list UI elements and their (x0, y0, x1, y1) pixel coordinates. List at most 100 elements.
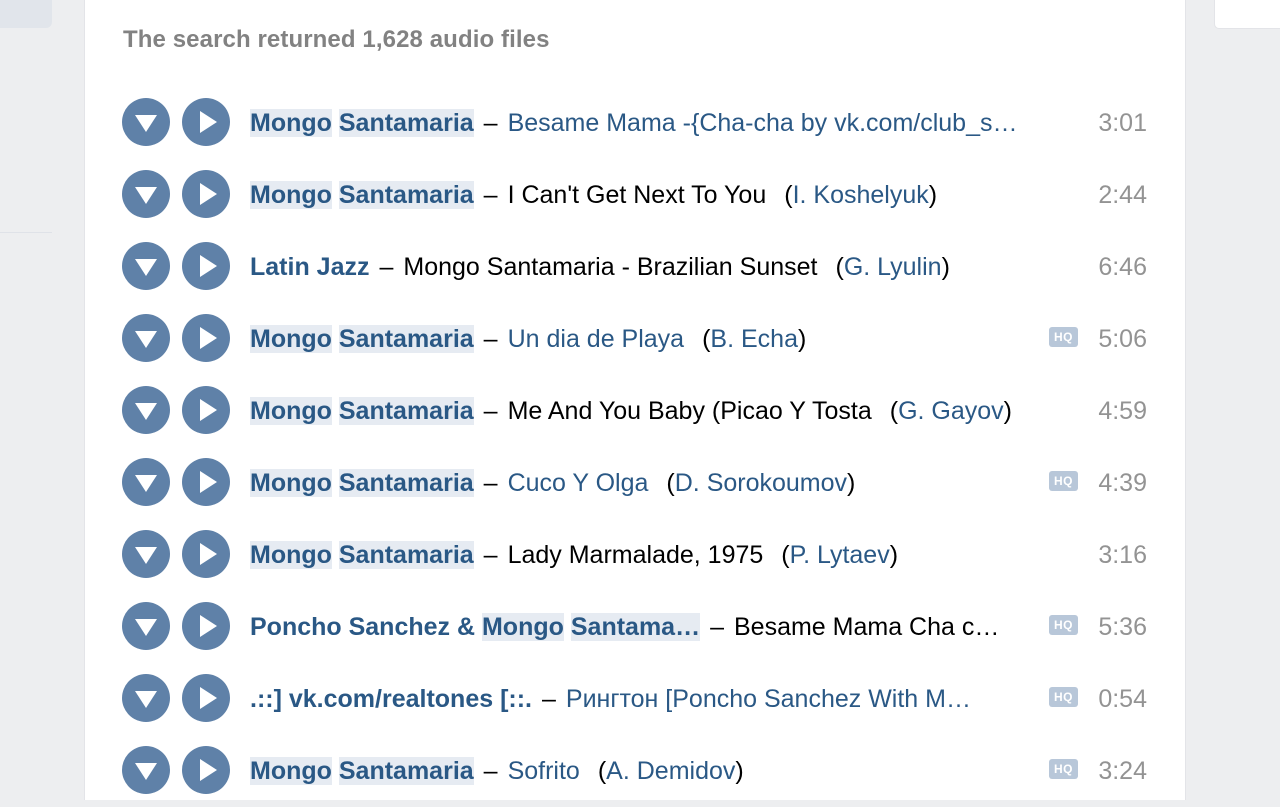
track-separator: – (483, 180, 498, 209)
track-separator: – (483, 108, 498, 137)
artist-segment: Santamaria (338, 324, 474, 353)
track-uploader: (G. Gayov) (889, 396, 1012, 425)
track-title[interactable]: Рингтон [Poncho Sanchez With M… (566, 685, 971, 714)
left-sidebar-menu-item[interactable] (0, 0, 52, 28)
artist-segment: Mongo (250, 324, 332, 353)
track-title: I Can't Get Next To You (507, 180, 767, 209)
play-track-button[interactable] (182, 746, 230, 794)
hq-badge: HQ (1049, 687, 1078, 707)
track-separator: – (483, 540, 498, 569)
add-track-button[interactable] (122, 386, 170, 434)
track-duration: 6:46 (1098, 253, 1147, 281)
track-title[interactable]: Sofrito (508, 757, 580, 786)
audio-track-row: Mongo Santamaria – I Can't Get Next To You… (85, 159, 1185, 231)
audio-track-list: Mongo Santamaria – Besame Mama -{Cha-cha b… (85, 87, 1185, 807)
track-title[interactable]: Besame Mama -{Cha-cha by vk.com/club_s… (508, 109, 1018, 138)
add-track-button[interactable] (122, 170, 170, 218)
track-artist-link[interactable]: Mongo Santamaria (250, 180, 474, 210)
artist-segment (564, 613, 571, 641)
track-artist-link[interactable]: Mongo Santamaria (250, 324, 474, 354)
track-separator: – (483, 756, 498, 785)
artist-segment: Santamaria (338, 108, 474, 137)
artist-segment (332, 757, 339, 785)
play-track-button[interactable] (182, 98, 230, 146)
track-duration: 3:16 (1098, 541, 1147, 569)
track-info: Mongo Santamaria – Un dia de Playa (B. Echa… (250, 303, 1080, 375)
artist-segment: Santamaria (338, 180, 474, 209)
track-artist-link[interactable]: Mongo Santamaria (250, 540, 474, 570)
track-artist-link[interactable]: Mongo Santamaria (250, 756, 474, 786)
hq-badge: HQ (1049, 327, 1078, 347)
track-duration: 5:06 (1098, 325, 1147, 353)
uploader-link[interactable]: I. Koshelyuk (793, 181, 929, 209)
track-separator: – (483, 396, 498, 425)
artist-segment (332, 397, 339, 425)
track-duration: 4:39 (1098, 469, 1147, 497)
track-title[interactable]: Un dia de Playa (508, 325, 685, 354)
track-info: Mongo Santamaria – Cuco Y Olga (D. Sorokoum… (250, 447, 1080, 519)
track-title: Mongo Santamaria - Brazilian Sunset (403, 252, 818, 281)
artist-segment (332, 469, 339, 497)
uploader-link[interactable]: P. Lytaev (790, 541, 890, 569)
left-sidebar-divider (0, 232, 52, 233)
track-artist-link[interactable]: .::] vk.com/realtones [::. (250, 685, 532, 714)
add-track-button[interactable] (122, 458, 170, 506)
track-title: Lady Marmalade, 1975 (507, 540, 764, 569)
play-track-button[interactable] (182, 386, 230, 434)
track-artist-link[interactable]: Latin Jazz (250, 253, 369, 282)
uploader-link[interactable]: A. Demidov (606, 757, 735, 785)
add-track-button[interactable] (122, 242, 170, 290)
left-sidebar (0, 0, 52, 800)
play-track-button[interactable] (182, 314, 230, 362)
uploader-link[interactable]: B. Echa (710, 325, 798, 353)
audio-track-row: Latin Jazz – Mongo Santamaria - Brazilian … (85, 231, 1185, 303)
uploader-link[interactable]: G. Lyulin (844, 253, 942, 281)
artist-segment (332, 181, 339, 209)
add-track-button[interactable] (122, 314, 170, 362)
uploader-link[interactable]: G. Gayov (898, 397, 1004, 425)
play-track-button[interactable] (182, 674, 230, 722)
artist-segment: Santamaria (338, 540, 474, 569)
audio-track-row: Mongo Santamaria – Un dia de Playa (B. Echa… (85, 303, 1185, 375)
audio-search-results-panel: The search returned 1,628 audio files Mo… (84, 0, 1186, 800)
add-track-button[interactable] (122, 602, 170, 650)
add-track-button[interactable] (122, 530, 170, 578)
track-artist-link[interactable]: Mongo Santamaria (250, 108, 474, 138)
uploader-link[interactable]: D. Sorokoumov (675, 469, 847, 497)
track-info: Mongo Santamaria – Besame Mama -{Cha-cha b… (250, 87, 1080, 159)
hq-badge: HQ (1049, 615, 1078, 635)
track-uploader: (P. Lytaev) (781, 540, 899, 569)
artist-segment: Mongo (250, 756, 332, 785)
right-column-box[interactable] (1214, 0, 1280, 29)
track-title: Besame Mama Cha c… (733, 612, 1000, 641)
track-info: Mongo Santamaria – I Can't Get Next To You… (250, 159, 1080, 231)
add-track-button[interactable] (122, 674, 170, 722)
artist-segment: Mongo (250, 180, 332, 209)
track-uploader: (I. Koshelyuk) (784, 180, 938, 209)
track-duration: 3:01 (1098, 109, 1147, 137)
track-duration: 2:44 (1098, 181, 1147, 209)
play-track-button[interactable] (182, 602, 230, 650)
track-uploader: (B. Echa) (702, 324, 807, 353)
add-track-button[interactable] (122, 98, 170, 146)
track-uploader: (D. Sorokoumov) (666, 468, 856, 497)
track-uploader: (G. Lyulin) (835, 252, 950, 281)
track-artist-link[interactable]: Mongo Santamaria (250, 396, 474, 426)
play-track-button[interactable] (182, 170, 230, 218)
play-track-button[interactable] (182, 242, 230, 290)
track-info: .::] vk.com/realtones [::. – Рингтон [Ponc… (250, 663, 1080, 735)
artist-segment: Santamaria (338, 468, 474, 497)
artist-segment: Mongo (250, 108, 332, 137)
track-artist-link[interactable]: Mongo Santamaria (250, 468, 474, 498)
add-track-button[interactable] (122, 746, 170, 794)
audio-track-row: Mongo Santamaria – Cuco Y Olga (D. Sorokoum… (85, 447, 1185, 519)
track-artist-link[interactable]: Poncho Sanchez & Mongo Santama… (250, 612, 701, 642)
search-results-summary: The search returned 1,628 audio files (123, 26, 550, 53)
track-title[interactable]: Cuco Y Olga (508, 469, 649, 498)
artist-segment: .::] vk.com/realtones [::. (250, 684, 532, 713)
play-track-button[interactable] (182, 458, 230, 506)
audio-track-row: Mongo Santamaria – Sofrito (A. Demidov) HQ 3:… (85, 735, 1185, 807)
track-info: Mongo Santamaria – Lady Marmalade, 1975 (P.… (250, 519, 1080, 591)
play-track-button[interactable] (182, 530, 230, 578)
artist-segment (332, 109, 339, 137)
